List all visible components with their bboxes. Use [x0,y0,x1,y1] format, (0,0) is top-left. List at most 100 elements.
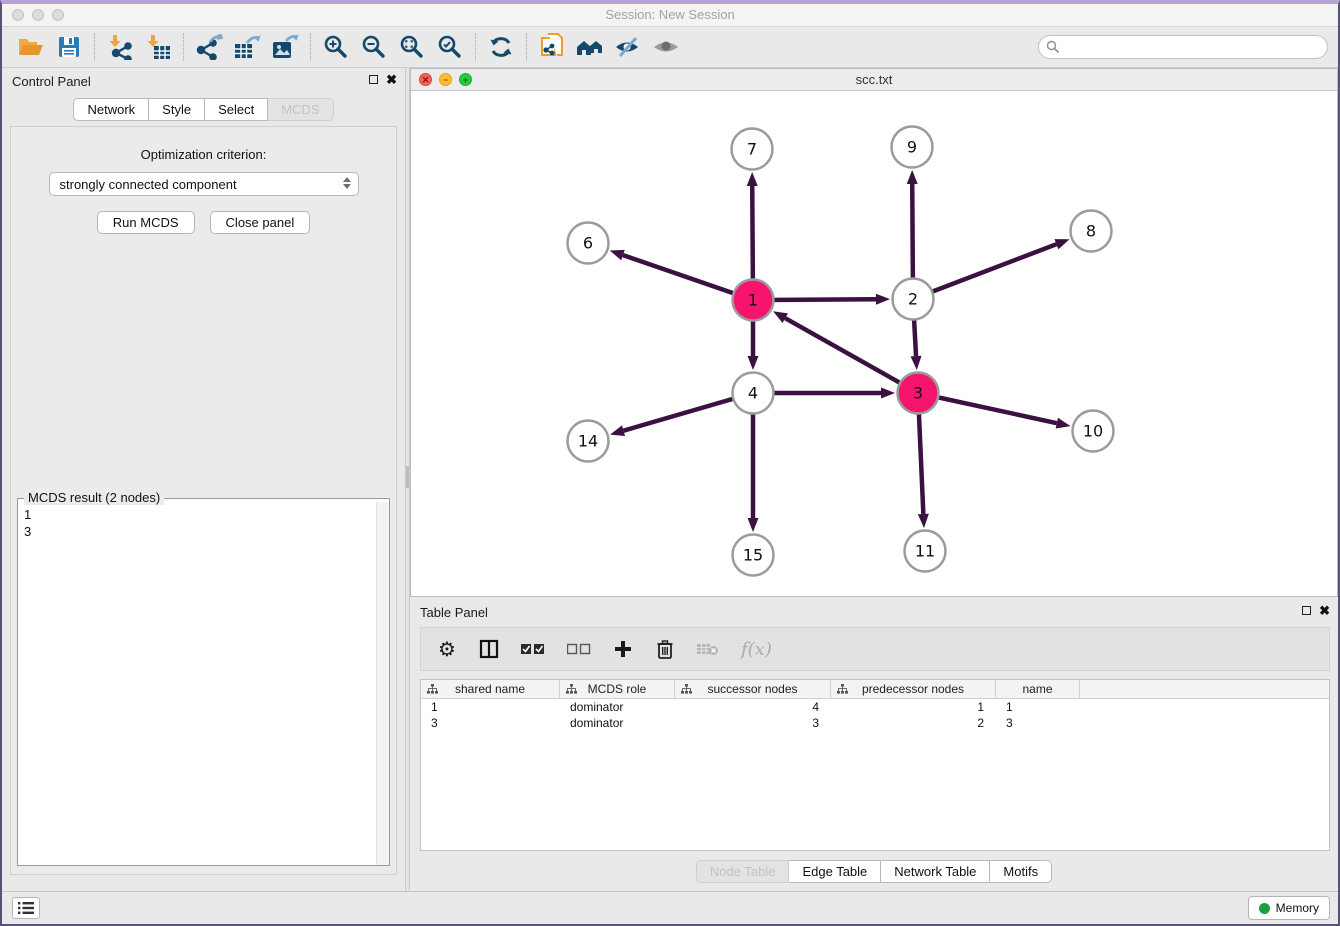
splitter-grip[interactable] [406,466,409,488]
graph-arrowhead [748,518,759,532]
home-icon[interactable] [571,31,609,63]
graph-node-15[interactable]: 15 [733,535,774,576]
svg-text:7: 7 [747,140,757,159]
search-input[interactable] [1038,35,1328,59]
graph-node-8[interactable]: 8 [1071,211,1112,252]
criterion-select[interactable]: strongly connected component [49,172,359,196]
delete-column-icon[interactable] [655,640,675,659]
table-cell[interactable]: 1 [831,699,996,715]
clone-network-icon[interactable] [533,31,571,63]
column-header-label: predecessor nodes [862,682,964,696]
svg-text:14: 14 [578,432,598,451]
show-details-icon[interactable] [647,31,685,63]
toolbar-separator [94,33,95,61]
graph-node-6[interactable]: 6 [568,223,609,264]
deselect-all-columns-icon[interactable] [567,643,591,655]
table-cell[interactable]: dominator [560,715,675,731]
table-row[interactable]: 1dominator411 [421,699,1329,715]
column-header-shared-name[interactable]: shared name [421,680,560,698]
table-cell[interactable]: dominator [560,699,675,715]
zoom-selected-icon[interactable] [431,31,469,63]
float-panel-icon[interactable] [369,75,378,84]
save-session-icon[interactable] [50,31,88,63]
main-toolbar [2,27,1338,68]
graph-node-3[interactable]: 3 [898,373,939,414]
import-table-icon[interactable] [139,31,177,63]
tab-edge-table[interactable]: Edge Table [789,860,881,883]
zoom-in-icon[interactable] [317,31,355,63]
show-columns-icon[interactable] [479,639,499,659]
export-table-icon[interactable] [228,31,266,63]
toolbar-separator [475,33,476,61]
column-header-predecessor-nodes[interactable]: predecessor nodes [831,680,996,698]
graph-node-10[interactable]: 10 [1073,411,1114,452]
close-panel-icon[interactable]: ✖ [386,74,397,85]
graph-arrowhead [876,294,890,305]
graph-node-9[interactable]: 9 [892,127,933,168]
toolbar-separator [310,33,311,61]
tab-network-table[interactable]: Network Table [881,860,990,883]
table-cell[interactable]: 1 [996,699,1080,715]
graph-node-4[interactable]: 4 [733,373,774,414]
export-network-icon[interactable] [190,31,228,63]
graph-node-14[interactable]: 14 [568,421,609,462]
toolbar-separator [183,33,184,61]
table-cell[interactable]: 3 [421,715,560,731]
function-builder-icon[interactable]: f(x) [741,639,772,660]
task-history-button[interactable] [12,897,40,919]
graph-node-11[interactable]: 11 [905,531,946,572]
tab-motifs[interactable]: Motifs [990,860,1052,883]
tab-mcds[interactable]: MCDS [268,98,333,121]
delete-table-icon[interactable] [697,642,719,656]
toolbar-separator [526,33,527,61]
run-mcds-button[interactable]: Run MCDS [97,211,195,234]
mcds-result-list[interactable]: 1 3 [18,502,375,865]
tab-style[interactable]: Style [149,98,205,121]
network-window-title: scc.txt [411,72,1337,87]
result-scrollbar[interactable] [376,502,389,865]
column-header-MCDS-role[interactable]: MCDS role [560,680,675,698]
network-view-window: ✕ − + scc.txt 1234678910111415 [410,68,1338,597]
export-image-icon[interactable] [266,31,304,63]
close-table-panel-icon[interactable]: ✖ [1319,605,1330,616]
add-column-icon[interactable] [613,640,633,658]
close-panel-button[interactable]: Close panel [210,211,311,234]
table-row[interactable]: 3dominator323 [421,715,1329,731]
table-toolbar: ⚙ f(x) [420,627,1330,671]
table-panel-title: Table Panel [420,605,488,620]
graph-arrowhead [610,425,625,436]
settings-icon[interactable]: ⚙ [437,637,457,661]
select-all-columns-icon[interactable] [521,643,545,655]
column-header-successor-nodes[interactable]: successor nodes [675,680,831,698]
window-titlebar: Session: New Session [2,4,1338,27]
memory-button[interactable]: Memory [1248,896,1330,920]
float-table-panel-icon[interactable] [1302,606,1311,615]
table-cell[interactable]: 3 [675,715,831,731]
table-cell[interactable]: 2 [831,715,996,731]
column-header-name[interactable]: name [996,680,1080,698]
zoom-fit-icon[interactable] [393,31,431,63]
zoom-out-icon[interactable] [355,31,393,63]
table-cell[interactable]: 1 [421,699,560,715]
graph-node-1[interactable]: 1 [733,280,774,321]
column-header-label: shared name [455,682,525,696]
graph-arrowhead [610,250,625,260]
graph-arrowhead [773,311,788,323]
tab-node-table[interactable]: Node Table [696,860,790,883]
open-session-icon[interactable] [12,31,50,63]
import-network-icon[interactable] [101,31,139,63]
tab-network[interactable]: Network [73,98,149,121]
graph-node-7[interactable]: 7 [732,129,773,170]
table-cell[interactable]: 4 [675,699,831,715]
refresh-view-icon[interactable] [482,31,520,63]
network-graph: 1 2 3 4 6 7 8 9 10 11 14 15 [411,91,1337,596]
graph-arrowhead [747,172,758,186]
table-cell[interactable]: 3 [996,715,1080,731]
network-canvas[interactable]: 1 2 3 4 6 7 8 9 10 11 14 15 [411,91,1337,596]
criterion-value: strongly connected component [60,177,237,192]
svg-text:1: 1 [748,291,758,310]
hide-details-icon[interactable] [609,31,647,63]
tab-select[interactable]: Select [205,98,268,121]
table-header-row: shared name MCDS rolesuccessor nodes prede… [421,680,1329,699]
graph-node-2[interactable]: 2 [893,279,934,320]
